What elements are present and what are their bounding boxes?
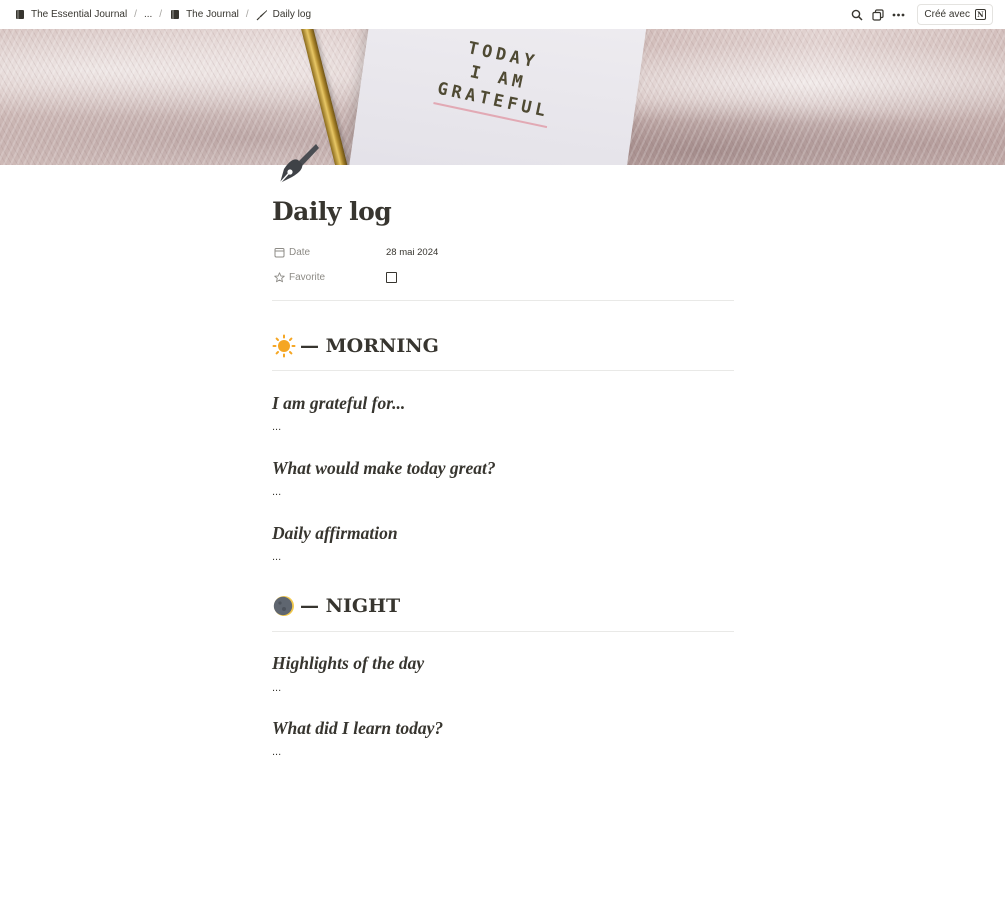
date-value[interactable]: 28 mai 2024 xyxy=(386,247,438,258)
top-actions: Créé avec N xyxy=(850,4,993,25)
notebook-text: TODAY I AM GRATEFUL xyxy=(417,29,579,132)
made-with-button[interactable]: Créé avec N xyxy=(917,4,993,25)
page-title[interactable]: Daily log xyxy=(272,197,392,226)
block-text[interactable]: ... xyxy=(272,421,281,433)
property-name: Date xyxy=(289,246,311,258)
breadcrumb-label: Daily log xyxy=(272,9,312,20)
breadcrumb-separator: / xyxy=(245,9,249,20)
more-icon[interactable] xyxy=(892,8,905,21)
breadcrumb-label: The Essential Journal xyxy=(31,9,128,20)
property-label[interactable]: Date xyxy=(273,246,386,258)
block-heading[interactable]: What would make today great? xyxy=(272,458,496,479)
calendar-icon xyxy=(273,246,285,258)
star-icon xyxy=(273,271,285,283)
top-bar: The Essential Journal / ... / The Journa… xyxy=(0,0,1005,29)
made-with-label: Créé avec xyxy=(924,9,970,20)
breadcrumb-label: ... xyxy=(143,9,153,20)
book-icon xyxy=(169,9,181,21)
breadcrumb-separator: / xyxy=(159,9,163,20)
block-heading[interactable]: What did I learn today? xyxy=(272,718,443,739)
book-icon xyxy=(14,9,26,21)
fountain-pen-icon xyxy=(256,9,268,21)
properties-divider xyxy=(272,300,734,301)
breadcrumb-label: The Journal xyxy=(186,9,239,20)
search-icon[interactable] xyxy=(850,8,863,21)
property-label[interactable]: Favorite xyxy=(273,271,386,283)
block-heading[interactable]: Daily affirmation xyxy=(272,523,398,544)
breadcrumb-item-ellipsis[interactable]: ... xyxy=(142,7,154,22)
cover-image: TODAY I AM GRATEFUL xyxy=(0,29,1005,165)
block-text[interactable]: ... xyxy=(272,682,281,694)
notion-logo-icon: N xyxy=(975,9,986,20)
breadcrumb-item-the-journal[interactable]: The Journal xyxy=(167,7,241,23)
section-divider xyxy=(272,370,734,371)
breadcrumb-separator: / xyxy=(134,9,137,20)
duplicate-icon[interactable] xyxy=(871,8,884,21)
notebook: TODAY I AM GRATEFUL xyxy=(347,29,648,165)
breadcrumb: The Essential Journal / ... / The Journa… xyxy=(12,7,313,23)
property-favorite: Favorite xyxy=(273,268,397,286)
breadcrumb-item-essential-journal[interactable]: The Essential Journal xyxy=(12,7,129,23)
section-divider xyxy=(272,631,734,632)
block-heading[interactable]: I am grateful for... xyxy=(272,393,405,414)
moon-icon xyxy=(272,594,296,618)
property-name: Favorite xyxy=(289,271,326,283)
breadcrumb-item-daily-log[interactable]: Daily log xyxy=(254,7,313,23)
sun-icon xyxy=(272,334,296,358)
section-heading-text: — NIGHT xyxy=(300,595,401,617)
fountain-pen-icon[interactable] xyxy=(276,141,320,185)
block-text[interactable]: ... xyxy=(272,746,281,758)
block-text[interactable]: ... xyxy=(272,551,281,563)
favorite-checkbox[interactable] xyxy=(386,271,397,283)
block-text[interactable]: ... xyxy=(272,486,281,498)
section-heading-morning[interactable]: — MORNING xyxy=(272,334,439,358)
section-heading-text: — MORNING xyxy=(300,335,439,357)
property-date: Date 28 mai 2024 xyxy=(273,243,438,261)
block-heading[interactable]: Highlights of the day xyxy=(272,653,424,674)
section-heading-night[interactable]: — NIGHT xyxy=(272,594,400,618)
